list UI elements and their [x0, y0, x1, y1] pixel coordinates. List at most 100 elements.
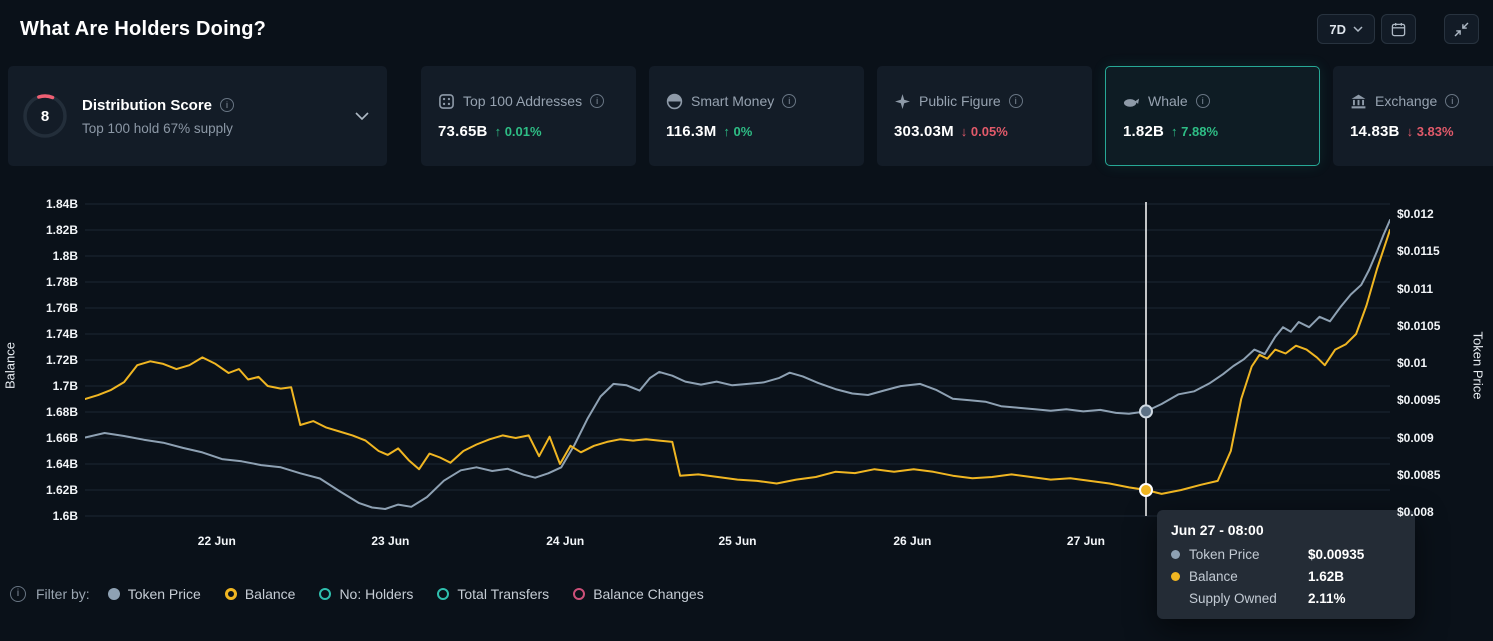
tooltip-row-value: 1.62B [1308, 569, 1344, 584]
stat-card-change: ↑ 0% [723, 124, 752, 139]
distribution-score-gauge: 8 [22, 93, 68, 139]
left-tick-label: 1.72B [46, 353, 78, 367]
calendar-icon [1391, 22, 1406, 37]
left-tick-label: 1.6B [53, 509, 78, 523]
info-icon[interactable]: i [220, 98, 234, 112]
stat-card-value: 14.83B [1350, 123, 1400, 140]
series-balance [85, 230, 1390, 494]
left-tick-label: 1.64B [46, 457, 78, 471]
calendar-button[interactable] [1381, 14, 1416, 44]
chart-tooltip: Jun 27 - 08:00 Token Price $0.00935 Balanc… [1157, 510, 1415, 619]
filter-item-token-price[interactable]: Token Price [108, 586, 201, 602]
right-tick-label: $0.0105 [1397, 319, 1440, 333]
right-tick-label: $0.009 [1397, 431, 1434, 445]
info-icon[interactable]: i [782, 94, 796, 108]
filter-legend: Token Price Balance No: Holders Total Trans… [108, 586, 704, 602]
legend-label: Balance [245, 586, 296, 602]
left-tick-label: 1.68B [46, 405, 78, 419]
tooltip-row-value: $0.00935 [1308, 547, 1364, 562]
distribution-score-card[interactable]: 8 Distribution Score i Top 100 hold 67% … [8, 66, 387, 166]
stat-card-change: ↑ 0.01% [495, 124, 542, 139]
info-icon[interactable]: i [1445, 94, 1459, 108]
public-figure-icon [894, 93, 911, 110]
left-tick-label: 1.78B [46, 275, 78, 289]
stat-card-label: Public Figure [919, 93, 1001, 109]
right-tick-label: $0.012 [1397, 207, 1434, 221]
legend-dot [108, 588, 120, 600]
left-axis-ticks: 1.84B1.82B1.8B1.78B1.76B1.74B1.72B1.7B1.… [0, 198, 78, 530]
legend-label: No: Holders [339, 586, 413, 602]
tooltip-row-label: Balance [1189, 569, 1299, 584]
filter-bar: i Filter by: Token Price Balance No: Holde… [10, 580, 704, 608]
stat-card-public-figure[interactable]: Public Figure i 303.03M ↓ 0.05% [877, 66, 1092, 166]
stat-card-top-100-addresses[interactable]: Top 100 Addressesi73.65B↑ 0.01% [421, 66, 636, 166]
left-tick-label: 1.82B [46, 223, 78, 237]
filter-item-total-transfers[interactable]: Total Transfers [437, 586, 549, 602]
stat-card-whale[interactable]: Whalei 1.82B ↑ 7.88% [1105, 66, 1320, 166]
tooltip-row: Token Price $0.00935 [1171, 547, 1401, 562]
time-range-value: 7D [1329, 22, 1346, 37]
info-icon[interactable]: i [590, 94, 604, 108]
collapse-icon [1454, 22, 1469, 37]
left-tick-label: 1.62B [46, 483, 78, 497]
tooltip-title: Jun 27 - 08:00 [1171, 522, 1401, 538]
stat-card-label: Whale [1148, 93, 1188, 109]
header: What Are Holders Doing? 7D [0, 0, 1493, 58]
filter-by-label: Filter by: [36, 586, 90, 602]
filter-item-balance-changes[interactable]: Balance Changes [573, 586, 704, 602]
time-range-selector[interactable]: 7D [1317, 14, 1375, 44]
stat-card-label: Exchange [1375, 93, 1437, 109]
tooltip-row: Balance 1.62B [1171, 569, 1401, 584]
info-icon[interactable]: i [1196, 94, 1210, 108]
stat-card-change: ↑ 7.88% [1171, 124, 1218, 139]
top-100-addresses-icon [438, 93, 455, 110]
right-tick-label: $0.008 [1397, 505, 1434, 519]
stat-card-change: ↓ 0.05% [961, 124, 1008, 139]
stat-card-label: Smart Money [691, 93, 774, 109]
info-icon[interactable]: i [1009, 94, 1023, 108]
tooltip-row-value: 2.11% [1308, 591, 1346, 606]
series-color-dot [1171, 572, 1180, 581]
left-tick-label: 1.66B [46, 431, 78, 445]
exchange-icon [1350, 93, 1367, 110]
stat-card-smart-money[interactable]: Smart Money i 116.3M ↑ 0% [649, 66, 864, 166]
filter-item-no-holders[interactable]: No: Holders [319, 586, 413, 602]
smart-money-icon [666, 93, 683, 110]
left-tick-label: 1.76B [46, 301, 78, 315]
legend-label: Token Price [128, 586, 201, 602]
holders-dashboard: What Are Holders Doing? 7D 8 [0, 0, 1493, 641]
chevron-down-icon [1353, 26, 1363, 32]
tooltip-rows: Token Price $0.00935 Balance 1.62B Supply Ow… [1171, 547, 1401, 606]
chevron-down-icon[interactable] [355, 112, 369, 120]
stat-card-value: 303.03M [894, 123, 954, 140]
collapse-button[interactable] [1444, 14, 1479, 44]
info-icon[interactable]: i [10, 586, 26, 602]
tooltip-row-label: Supply Owned [1189, 591, 1299, 606]
filter-item-balance[interactable]: Balance [225, 586, 296, 602]
legend-dot [437, 588, 449, 600]
tooltip-row: Supply Owned 2.11% [1171, 591, 1401, 606]
crosshair-price-dot [1140, 405, 1152, 417]
left-tick-label: 1.74B [46, 327, 78, 341]
stat-card-value: 1.82B [1123, 123, 1164, 140]
stat-cards-row: 8 Distribution Score i Top 100 hold 67% … [8, 66, 1493, 166]
crosshair-balance-dot [1140, 484, 1152, 496]
stat-card-value: 116.3M [666, 123, 716, 140]
right-tick-label: $0.0095 [1397, 393, 1440, 407]
tooltip-row-label: Token Price [1189, 547, 1299, 562]
spacer [1171, 594, 1180, 603]
right-tick-label: $0.0085 [1397, 468, 1440, 482]
x-tick-label: 27 Jun [1067, 534, 1105, 548]
whale-icon [1123, 93, 1140, 110]
x-tick-label: 22 Jun [198, 534, 236, 548]
stat-card-exchange[interactable]: Exchangei14.83B↓ 3.83% [1333, 66, 1493, 166]
distribution-score-text: Distribution Score i Top 100 hold 67% su… [82, 97, 234, 136]
legend-dot [225, 588, 237, 600]
series-color-dot [1171, 550, 1180, 559]
stat-card-label: Top 100 Addresses [463, 93, 582, 109]
distribution-score-title: Distribution Score [82, 97, 212, 114]
distribution-score-value: 8 [22, 93, 68, 139]
chart-plot[interactable] [85, 198, 1390, 530]
left-tick-label: 1.8B [53, 249, 78, 263]
distribution-score-subtitle: Top 100 hold 67% supply [82, 121, 234, 136]
